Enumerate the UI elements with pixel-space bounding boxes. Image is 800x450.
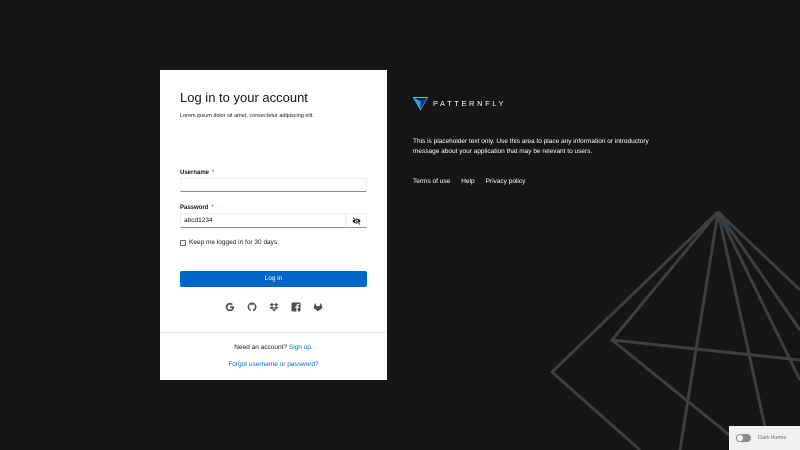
forgot-credentials-link[interactable]: Forgot username or password? [228,361,318,368]
dropbox-icon[interactable] [269,302,279,312]
social-login-row [160,302,387,312]
sign-up-link[interactable]: Sign up. [289,344,313,351]
background-decoration [549,210,800,450]
brand-name: PATTERNFLY [433,98,507,108]
need-account-text: Need an account? [234,344,288,351]
facebook-icon[interactable] [291,302,301,312]
signup-line: Need an account? Sign up. [160,344,387,351]
footer-links: Terms of use Help Privacy policy [413,178,525,185]
required-marker: * [212,170,215,176]
terms-of-use-link[interactable]: Terms of use [413,178,450,185]
login-button[interactable]: Log in [180,271,367,287]
required-marker: * [211,205,214,211]
keep-logged-in-row: Keep me logged in for 30 days. [180,239,279,246]
username-label-text: Username [180,170,210,176]
keep-logged-in-label[interactable]: Keep me logged in for 30 days. [189,239,279,246]
login-subtitle: Lorem ipsum dolor sit amet, consectetur … [180,113,314,119]
login-card: Log in to your account Lorem ipsum dolor… [160,70,387,380]
dark-theme-switch[interactable] [736,434,751,442]
google-icon[interactable] [225,302,235,312]
forgot-line: Forgot username or password? [160,361,387,368]
privacy-policy-link[interactable]: Privacy policy [486,178,526,185]
keep-logged-in-checkbox[interactable] [180,239,186,246]
username-input[interactable] [180,178,367,192]
password-label-text: Password [180,205,209,211]
toggle-password-visibility-button[interactable] [346,213,367,228]
eye-slash-icon [352,216,361,225]
username-label: Username * [180,170,214,176]
github-icon[interactable] [247,302,257,312]
password-input[interactable] [180,213,346,228]
help-link[interactable]: Help [461,178,474,185]
patternfly-logo-icon [413,97,428,110]
brand-logo: PATTERNFLY [413,96,506,110]
password-label: Password * [180,205,214,211]
password-field-group [180,213,367,228]
gitlab-icon[interactable] [313,302,323,312]
login-title: Log in to your account [180,90,308,105]
card-divider [160,332,387,333]
dark-theme-label: Dark theme [758,435,787,441]
brand-description: This is placeholder text only. Use this … [413,138,649,155]
dark-theme-toggle[interactable]: Dark theme [729,426,800,450]
